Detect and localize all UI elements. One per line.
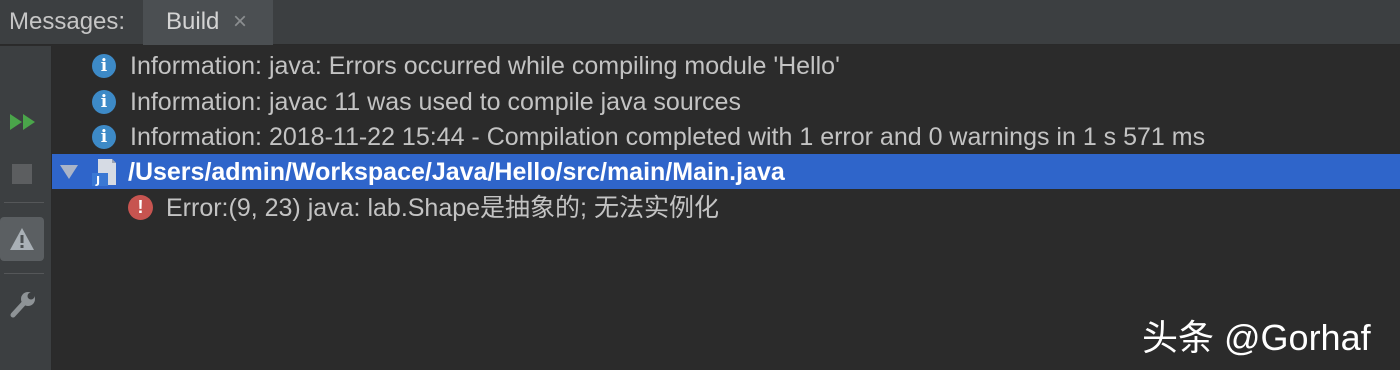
message-text: Information: java: Errors occurred while… xyxy=(130,52,840,80)
messages-header: Messages: Build × xyxy=(0,0,1400,45)
watermark: 头条 @Gorhaf xyxy=(1142,317,1371,358)
tab-build[interactable]: Build × xyxy=(143,0,273,45)
info-icon: i xyxy=(92,90,116,114)
error-icon: ! xyxy=(128,195,153,220)
toolbar-divider xyxy=(4,202,44,203)
message-text: Information: 2018-11-22 15:44 - Compilat… xyxy=(130,123,1206,151)
java-file-icon: J xyxy=(90,157,120,192)
build-toolbar xyxy=(0,46,52,370)
error-row[interactable]: ! Error:(9, 23) java: lab.Shape是抽象的; 无法实… xyxy=(52,190,1400,225)
message-text: Information: javac 11 was used to compil… xyxy=(130,88,741,116)
stop-icon[interactable] xyxy=(12,164,32,184)
toolbar-divider xyxy=(4,273,44,274)
warning-filter-button[interactable] xyxy=(0,217,44,261)
warning-icon xyxy=(10,228,34,250)
list-item[interactable]: i Information: javac 11 was used to comp… xyxy=(52,84,1400,119)
rerun-icon[interactable] xyxy=(8,112,38,137)
info-icon: i xyxy=(92,54,116,78)
info-icon: i xyxy=(92,125,116,149)
messages-title: Messages: xyxy=(9,8,126,35)
close-icon[interactable]: × xyxy=(233,9,247,35)
wrench-icon[interactable] xyxy=(8,290,38,325)
svg-text:J: J xyxy=(95,174,100,187)
list-item[interactable]: i Information: 2018-11-22 15:44 - Compil… xyxy=(52,119,1400,154)
file-path: /Users/admin/Workspace/Java/Hello/src/ma… xyxy=(128,158,785,186)
error-message: Error:(9, 23) java: lab.Shape是抽象的; 无法实例化 xyxy=(166,194,719,222)
chevron-down-icon[interactable] xyxy=(60,165,78,179)
file-tree-node[interactable]: J /Users/admin/Workspace/Java/Hello/src/… xyxy=(52,154,1400,189)
list-item[interactable]: i Information: java: Errors occurred whi… xyxy=(52,48,1400,83)
tab-build-label: Build xyxy=(166,8,220,35)
